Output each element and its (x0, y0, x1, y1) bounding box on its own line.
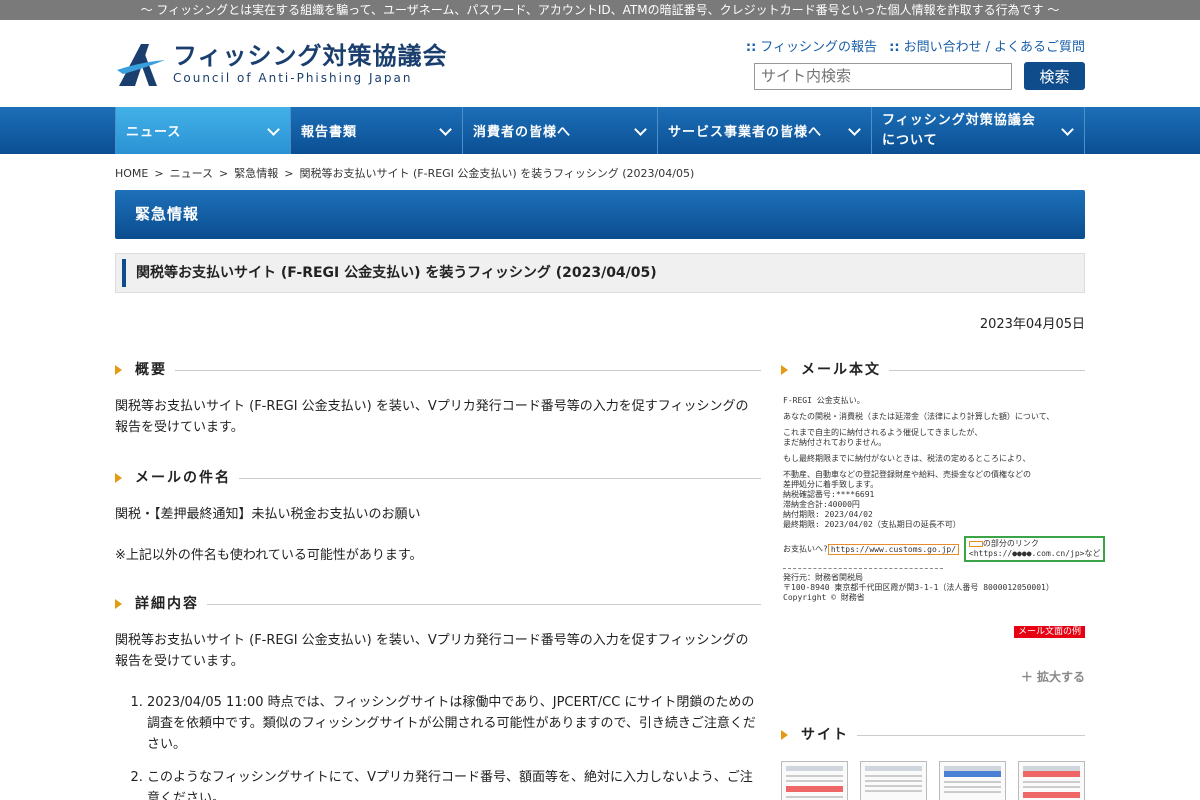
site-logo[interactable]: フィッシング対策協議会 Council of Anti-Phishing Jap… (115, 40, 448, 88)
link-contact[interactable]: お問い合わせ (904, 40, 982, 55)
main-nav: ニュース 報告書類 消費者の皆様へ サービス事業者の皆様へ フィッシング対策協議… (0, 107, 1200, 154)
chevron-down-icon (267, 123, 280, 136)
detail-list: 2023/04/05 11:00 時点では、フィッシングサイトは稼働中であり、J… (147, 692, 761, 800)
site-search: 検索 (754, 62, 1085, 90)
separator: / (985, 40, 990, 55)
site-thumbnail[interactable] (939, 761, 1006, 800)
site-thumbnails (781, 761, 1085, 800)
site-tagline: ～ フィッシングとは実在する組織を騙って、ユーザネーム、パスワード、アカウントI… (0, 0, 1200, 20)
nav-item-about[interactable]: フィッシング対策協議会 について (871, 107, 1085, 154)
site-thumbnail[interactable] (860, 761, 927, 800)
logo-en-text: Council of Anti-Phishing Japan (173, 71, 413, 85)
logo-mark-icon (115, 40, 167, 88)
triangle-bullet-icon (115, 365, 122, 375)
nav-item-news[interactable]: ニュース (115, 107, 290, 154)
site-header: フィッシング対策協議会 Council of Anti-Phishing Jap… (115, 20, 1085, 107)
overview-text: 関税等お支払いサイト (F-REGI 公金支払い) を装い、Vプリカ発行コード番… (115, 399, 749, 435)
publish-date: 2023年04月05日 (979, 317, 1085, 332)
search-input[interactable] (754, 62, 1012, 90)
enlarge-link[interactable]: ＋ 拡大する (781, 668, 1085, 685)
triangle-bullet-icon (781, 730, 788, 740)
page-title: 関税等お支払いサイト (F-REGI 公金支払い) を装うフィッシング (202… (115, 253, 1085, 293)
search-button[interactable]: 検索 (1024, 62, 1085, 90)
chevron-down-icon (634, 123, 647, 136)
triangle-bullet-icon (115, 473, 122, 483)
heading-subject: メールの件名 (115, 468, 761, 492)
breadcrumb-news[interactable]: ニュース (170, 167, 213, 180)
breadcrumb-home[interactable]: HOME (115, 167, 148, 180)
heading-mail: メール本文 (781, 360, 1085, 384)
chevron-down-icon (439, 123, 452, 136)
phishing-link: https://www.customs.go.jp/ (827, 543, 960, 555)
bullet-icon: :: (889, 40, 900, 55)
nav-label: サービス事業者の皆様へ (668, 125, 823, 140)
nav-label: ニュース (126, 125, 182, 140)
chevron-down-icon (848, 123, 861, 136)
chevron-down-icon (1061, 123, 1074, 136)
header-links: :: フィッシングの報告 :: お問い合わせ / よくあるご質問 (746, 36, 1085, 55)
heading-detail: 詳細内容 (115, 594, 761, 618)
subject-text: 関税・【差押最終通知】未払い税金お支払いのお願い (115, 507, 421, 522)
logo-jp-text: フィッシング対策協議会 (173, 42, 448, 70)
nav-item-reports[interactable]: 報告書類 (290, 107, 462, 154)
mail-sample-image[interactable]: F-REGI 公金支払い。 あなたの関税・消費税（または延滞金（法律により計算し… (781, 396, 1106, 638)
main-column: 概要 関税等お支払いサイト (F-REGI 公金支払い) を装い、Vプリカ発行コ… (115, 360, 761, 800)
bullet-icon: :: (745, 40, 757, 55)
heading-overview: 概要 (115, 360, 761, 384)
sidebar: メール本文 F-REGI 公金支払い。 あなたの関税・消費税（または延滞金（法律… (781, 360, 1106, 800)
site-thumbnail[interactable] (781, 761, 848, 800)
subject-note: ※上記以外の件名も使われている可能性があります。 (115, 548, 423, 563)
link-faq[interactable]: よくあるご質問 (994, 40, 1085, 55)
detail-text: 関税等お支払いサイト (F-REGI 公金支払い) を装い、Vプリカ発行コード番… (115, 633, 749, 669)
list-item: このようなフィッシングサイトにて、Vプリカ発行コード番号、額面等を、絶対に入力し… (147, 767, 761, 800)
breadcrumb-emergency[interactable]: 緊急情報 (234, 167, 278, 180)
link-report[interactable]: フィッシングの報告 (760, 40, 877, 55)
nav-item-consumers[interactable]: 消費者の皆様へ (462, 107, 657, 154)
triangle-bullet-icon (781, 365, 788, 375)
breadcrumb: HOME > ニュース > 緊急情報 > 関税等お支払いサイト (F-REGI 公金支払い)… (115, 167, 695, 180)
heading-site: サイト (781, 725, 1085, 749)
nav-label: 消費者の皆様へ (473, 125, 572, 140)
nav-item-providers[interactable]: サービス事業者の皆様へ (657, 107, 871, 154)
section-banner: 緊急情報 (115, 190, 1085, 239)
triangle-bullet-icon (115, 599, 122, 609)
nav-label: 報告書類 (301, 125, 358, 140)
site-thumbnail[interactable] (1018, 761, 1085, 800)
link-annotation: の部分のリンク <https://●●●●.com.cn/jp>など (963, 536, 1106, 562)
breadcrumb-current: 関税等お支払いサイト (F-REGI 公金支払い) を装うフィッシング (202… (299, 167, 695, 180)
mail-example-tag: メール文面の例 (1013, 626, 1085, 638)
nav-label: フィッシング対策協議会 について (882, 112, 1036, 148)
list-item: 2023/04/05 11:00 時点では、フィッシングサイトは稼働中であり、J… (147, 692, 761, 755)
